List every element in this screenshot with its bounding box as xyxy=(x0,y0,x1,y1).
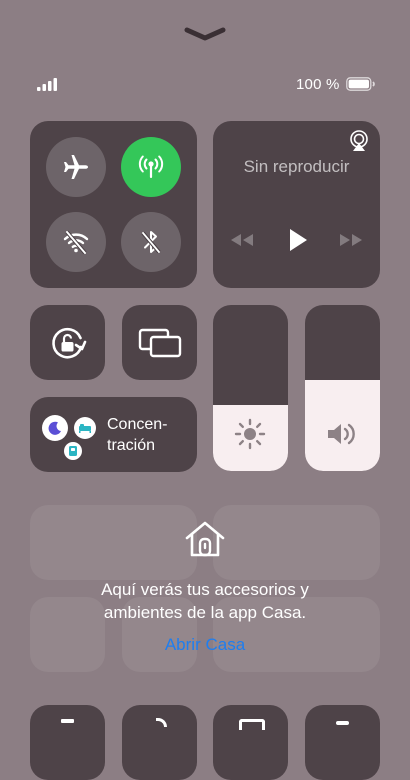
screen-mirroring-button[interactable] xyxy=(122,305,197,380)
wifi-toggle[interactable] xyxy=(46,212,106,272)
focus-button[interactable]: Concen- tración xyxy=(30,397,197,472)
play-icon xyxy=(290,229,307,251)
home-message: Aquí verás tus accesorios y ambientes de… xyxy=(101,580,309,622)
brightness-slider[interactable] xyxy=(213,305,288,471)
timer-button[interactable] xyxy=(122,705,197,780)
fast-forward-icon xyxy=(340,234,362,246)
bluetooth-toggle[interactable] xyxy=(121,212,181,272)
chevron-down-icon xyxy=(184,27,226,41)
cellular-data-toggle[interactable] xyxy=(121,137,181,197)
timer-icon xyxy=(156,718,167,727)
battery-icon xyxy=(346,77,376,91)
connectivity-tile xyxy=(30,121,197,288)
rewind-icon xyxy=(231,234,253,246)
antenna-icon xyxy=(138,155,164,178)
calculator-button[interactable] xyxy=(213,705,288,780)
play-button[interactable] xyxy=(288,228,308,252)
airplane-icon xyxy=(64,155,88,179)
home-placeholder-2 xyxy=(213,505,380,580)
calculator-icon xyxy=(239,719,265,730)
focus-bed-badge xyxy=(74,417,96,439)
bluetooth-off-icon xyxy=(141,231,161,254)
battery-percentage: 100 % xyxy=(296,76,340,93)
flashlight-button[interactable] xyxy=(30,705,105,780)
home-placeholder-1 xyxy=(30,505,197,580)
now-playing-title: Sin reproducir xyxy=(243,157,350,176)
sun-icon xyxy=(233,417,267,451)
rotation-lock-icon xyxy=(51,327,86,359)
focus-moon-badge xyxy=(42,415,68,441)
screen-mirroring-icon xyxy=(138,328,181,357)
flashlight-icon xyxy=(61,719,74,723)
dismiss-chevron[interactable] xyxy=(184,26,226,42)
fast-forward-button[interactable] xyxy=(338,232,364,248)
focus-label: Concen- tración xyxy=(107,416,168,454)
airplane-mode-toggle[interactable] xyxy=(46,137,106,197)
open-home-link[interactable]: Abrir Casa xyxy=(0,635,410,655)
orientation-lock-button[interactable] xyxy=(30,305,105,380)
airplay-icon[interactable] xyxy=(348,130,370,152)
rewind-button[interactable] xyxy=(229,232,255,248)
volume-slider[interactable] xyxy=(305,305,380,471)
wifi-off-icon xyxy=(63,230,89,255)
speaker-icon xyxy=(325,420,361,448)
person-icon xyxy=(69,446,77,456)
moon-icon xyxy=(48,421,61,435)
focus-badge-small xyxy=(64,442,82,460)
now-playing-tile[interactable]: Sin reproducir xyxy=(213,121,380,288)
camera-button[interactable] xyxy=(305,705,380,780)
signal-strength-icon xyxy=(37,77,59,91)
bed-icon xyxy=(79,424,91,433)
home-icon xyxy=(184,519,226,559)
camera-icon xyxy=(336,721,349,725)
